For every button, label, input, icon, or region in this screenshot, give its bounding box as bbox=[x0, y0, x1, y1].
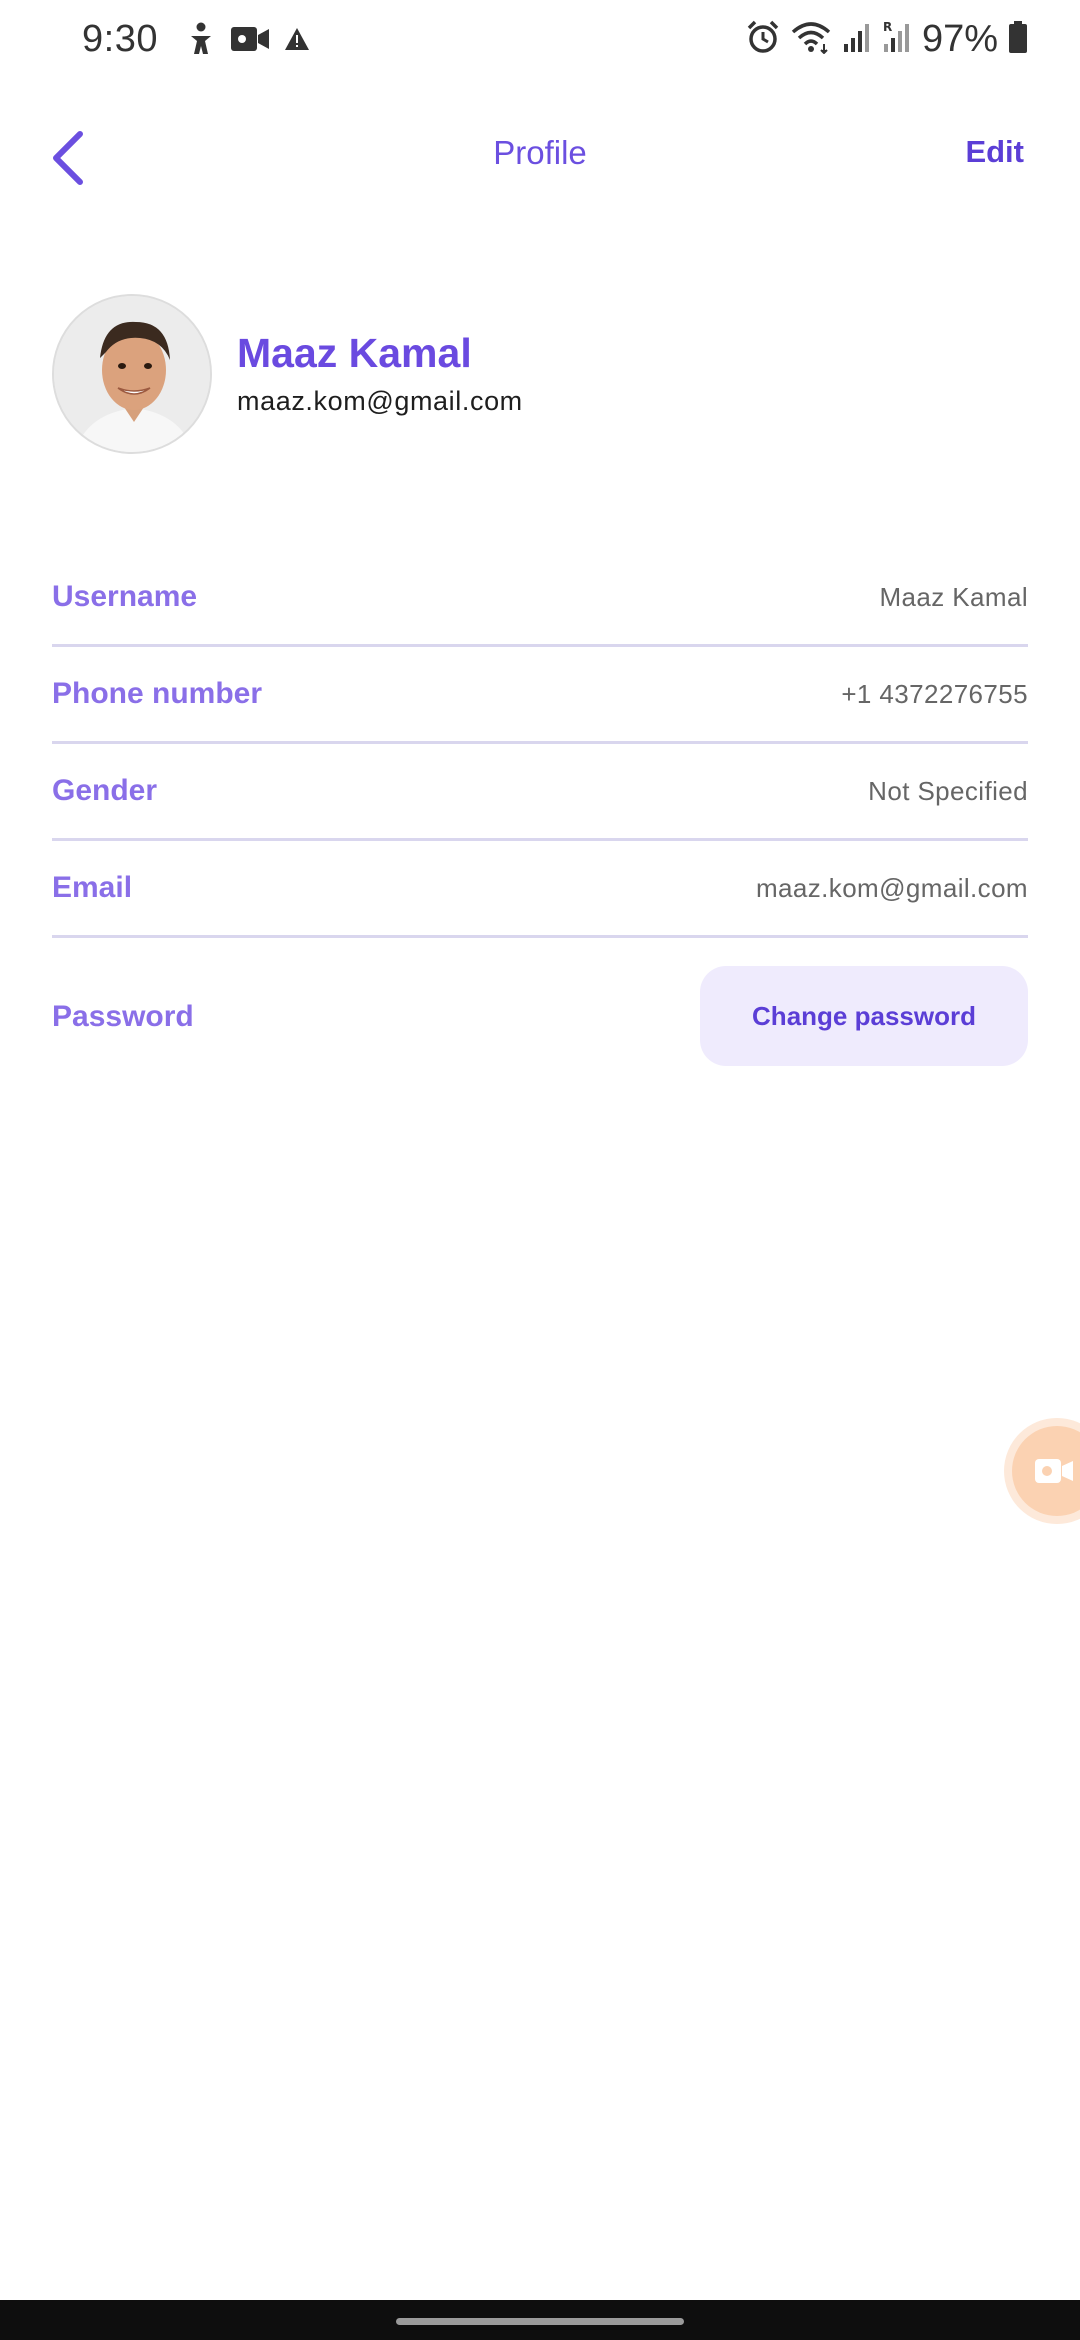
phone-number-value: +1 4372276755 bbox=[841, 679, 1028, 709]
warning-icon bbox=[284, 27, 310, 56]
phone-number-row: Phone number +1 4372276755 bbox=[52, 647, 1028, 744]
status-left-icons bbox=[186, 22, 310, 61]
home-indicator[interactable] bbox=[396, 2318, 684, 2325]
svg-text:R: R bbox=[883, 20, 892, 34]
gender-label: Gender bbox=[52, 774, 158, 807]
username-label: Username bbox=[52, 580, 198, 613]
video-camera-icon bbox=[230, 25, 270, 58]
profile-email: maaz.kom@gmail.com bbox=[237, 386, 523, 416]
system-nav-bar bbox=[0, 2300, 1080, 2340]
password-label: Password bbox=[52, 1000, 194, 1033]
email-row: Email maaz.kom@gmail.com bbox=[52, 841, 1028, 938]
profile-details-list: Username Maaz Kamal Phone number +1 4372… bbox=[52, 550, 1028, 938]
page-title: Profile bbox=[493, 134, 587, 171]
phone-number-label: Phone number bbox=[52, 677, 263, 710]
status-right: R 97% bbox=[746, 18, 1028, 61]
gender-row: Gender Not Specified bbox=[52, 744, 1028, 841]
password-row: Password Change password bbox=[52, 966, 1028, 1068]
change-password-button[interactable]: Change password bbox=[700, 966, 1028, 1066]
battery-icon bbox=[1008, 20, 1028, 59]
wifi-icon bbox=[790, 20, 832, 59]
app-header: Profile Edit bbox=[0, 112, 1080, 204]
floating-record-button[interactable] bbox=[1012, 1426, 1080, 1516]
edit-button[interactable]: Edit bbox=[965, 134, 1024, 170]
signal-icon bbox=[842, 20, 872, 59]
video-camera-icon bbox=[1035, 1459, 1073, 1483]
email-value: maaz.kom@gmail.com bbox=[756, 873, 1028, 903]
status-time: 9:30 bbox=[82, 18, 158, 60]
email-label: Email bbox=[52, 871, 133, 904]
accessibility-icon bbox=[186, 22, 216, 61]
profile-name: Maaz Kamal bbox=[237, 330, 472, 376]
profile-summary: Maaz Kamal maaz.kom@gmail.com bbox=[52, 294, 1032, 456]
battery-percent: 97% bbox=[921, 18, 998, 60]
avatar bbox=[52, 294, 212, 454]
gender-value: Not Specified bbox=[868, 776, 1028, 806]
username-row: Username Maaz Kamal bbox=[52, 550, 1028, 647]
alarm-icon bbox=[746, 20, 780, 59]
username-value: Maaz Kamal bbox=[879, 582, 1028, 612]
signal-roaming-icon: R bbox=[882, 20, 912, 59]
status-bar: 9:30 R 97% bbox=[0, 0, 1080, 84]
